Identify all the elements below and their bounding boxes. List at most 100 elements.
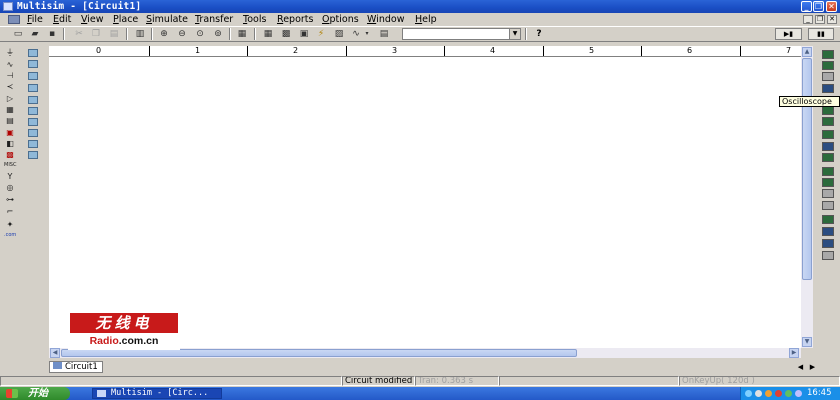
transistor-icon[interactable]: ≺ (4, 82, 16, 91)
save-icon[interactable]: ▪ (46, 28, 58, 40)
misc-icon[interactable]: MISC (4, 161, 16, 170)
network-analyzer-icon[interactable] (822, 215, 834, 224)
place-hierarchical-block-icon[interactable]: ⌐ (4, 207, 16, 216)
scroll-up-icon[interactable]: ▲ (802, 47, 812, 57)
misc-digital-icon[interactable]: ▣ (4, 128, 16, 137)
chevron-down-icon[interactable]: ▾ (361, 28, 373, 40)
help-icon[interactable]: ? (533, 28, 545, 40)
basic-icon[interactable]: ∿ (4, 60, 16, 69)
database-icon[interactable]: ▩ (280, 28, 292, 40)
tray-icon[interactable] (785, 390, 792, 397)
tray-icon[interactable] (745, 390, 752, 397)
minimize-button[interactable]: _ (801, 1, 812, 12)
agilent-generator-icon[interactable] (822, 227, 834, 236)
mdi-minimize-button[interactable]: _ (803, 15, 813, 24)
multimeter-icon[interactable] (822, 50, 834, 59)
virtual-basic-icon[interactable] (28, 72, 38, 80)
menu-reports[interactable]: Reports (277, 13, 313, 26)
mixed-icon[interactable]: ◧ (4, 139, 16, 148)
copy-icon[interactable]: ❐ (90, 28, 102, 40)
spectrum-analyzer-icon[interactable] (822, 201, 834, 210)
virtual-misc-icon[interactable] (28, 118, 38, 126)
tray-icon[interactable] (755, 390, 762, 397)
spreadsheet-icon[interactable]: ▦ (262, 28, 274, 40)
vertical-scrollbar[interactable]: ▲ ▼ (801, 46, 813, 348)
zoom-fit-icon[interactable]: ⊚ (212, 28, 224, 40)
tray-icon[interactable] (765, 390, 772, 397)
virtual-signal-icon[interactable] (28, 60, 38, 68)
ladder-icon[interactable]: ⊶ (4, 195, 16, 204)
mdi-restore-button[interactable]: ❐ (815, 15, 825, 24)
logic-converter-icon[interactable] (822, 167, 834, 176)
distortion-analyzer-icon[interactable] (822, 189, 834, 198)
ttl-icon[interactable]: ▦ (4, 105, 16, 114)
print-icon[interactable]: ▥ (134, 28, 146, 40)
virtual-diode-icon[interactable] (28, 84, 38, 92)
start-button[interactable]: 开始 (0, 387, 70, 400)
clock[interactable]: 16:45 (807, 387, 832, 400)
tab-scroll-right-icon[interactable]: ▶ (808, 363, 817, 372)
menu-tools[interactable]: Tools (243, 13, 266, 26)
grapher-icon[interactable]: ▨ (333, 28, 345, 40)
document-icon[interactable] (8, 15, 20, 24)
wattmeter-icon[interactable] (822, 72, 834, 81)
virtual-3d-icon[interactable] (28, 151, 38, 159)
electromechanical-icon[interactable]: ◎ (4, 183, 16, 192)
tab-scroll-left-icon[interactable]: ◀ (796, 363, 805, 372)
open-folder-icon[interactable]: ▰ (29, 28, 41, 40)
indicator-icon[interactable]: ▩ (4, 150, 16, 159)
new-file-icon[interactable]: ▭ (12, 28, 24, 40)
cut-icon[interactable]: ✂ (73, 28, 85, 40)
maximize-button[interactable]: ❐ (813, 1, 824, 12)
zoom-out-icon[interactable]: ⊖ (176, 28, 188, 40)
frequency-counter-icon[interactable] (822, 130, 834, 139)
source-icon[interactable]: ⏚ (4, 48, 16, 57)
schematic-canvas[interactable] (49, 57, 801, 348)
vertical-scroll-thumb[interactable] (802, 58, 812, 280)
mdi-close-button[interactable]: ✕ (827, 15, 837, 24)
menu-file[interactable]: File (27, 13, 43, 26)
zoom-in-icon[interactable]: ⊕ (158, 28, 170, 40)
chevron-down-icon[interactable]: ▼ (509, 29, 520, 39)
tray-icon[interactable] (775, 390, 782, 397)
taskbar-multisim-button[interactable]: Multisim - [Circ... (92, 388, 222, 399)
menu-transfer[interactable]: Transfer (195, 13, 233, 26)
measurement-probe-icon[interactable] (822, 251, 834, 260)
virtual-transistor-icon[interactable] (28, 96, 38, 104)
menu-window[interactable]: Window (367, 13, 404, 26)
analog-icon[interactable]: ▷ (4, 94, 16, 103)
four-channel-oscilloscope-icon[interactable] (822, 106, 834, 115)
horizontal-scroll-thumb[interactable] (61, 349, 577, 357)
agilent-multimeter-icon[interactable] (822, 239, 834, 248)
scroll-left-icon[interactable]: ◀ (50, 348, 60, 358)
virtual-analog-icon[interactable] (28, 107, 38, 115)
component-wizard-icon[interactable]: ▣ (298, 28, 310, 40)
bode-plotter-icon[interactable] (822, 117, 834, 126)
scroll-right-icon[interactable]: ▶ (789, 348, 799, 358)
oscilloscope-icon[interactable] (822, 84, 834, 93)
place-bus-icon[interactable]: ✦ (4, 220, 16, 229)
iv-analyzer-icon[interactable] (822, 178, 834, 187)
word-generator-icon[interactable] (822, 142, 834, 151)
tray-icon[interactable] (795, 390, 802, 397)
scroll-down-icon[interactable]: ▼ (802, 337, 812, 347)
menu-simulate[interactable]: Simulate (146, 13, 188, 26)
menu-options[interactable]: Options (322, 13, 359, 26)
pause-switch-icon[interactable]: ▮▮ (808, 28, 834, 40)
menu-place[interactable]: Place (113, 13, 138, 26)
zoom-area-icon[interactable]: ⊙ (194, 28, 206, 40)
virtual-measure-icon[interactable] (28, 129, 38, 137)
logic-analyzer-icon[interactable] (822, 153, 834, 162)
virtual-rated-icon[interactable] (28, 140, 38, 148)
multisim-app-icon[interactable] (3, 2, 13, 11)
menu-help[interactable]: Help (415, 13, 437, 26)
close-button[interactable]: ✕ (826, 1, 837, 12)
tab-circuit1[interactable]: Circuit1 (49, 361, 103, 373)
function-generator-icon[interactable] (822, 61, 834, 70)
design-toolbox-icon[interactable]: ▦ (236, 28, 248, 40)
paste-icon[interactable]: ▤ (108, 28, 120, 40)
rf-icon[interactable]: Y (4, 172, 16, 181)
postprocessor-icon[interactable]: ▤ (378, 28, 390, 40)
simulate-icon[interactable]: ⚡ (315, 28, 327, 40)
menu-view[interactable]: View (81, 13, 104, 26)
